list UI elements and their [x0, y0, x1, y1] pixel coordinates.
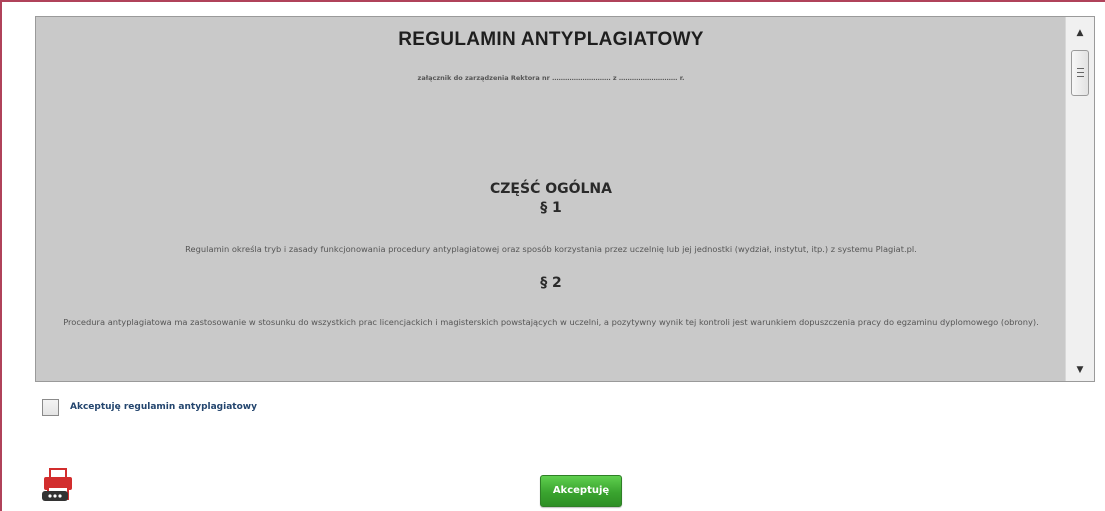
printer-icon[interactable] — [42, 467, 74, 501]
paragraph-2-heading: § 2 — [540, 275, 562, 291]
paragraph-1-text: Regulamin określa tryb i zasady funkcjon… — [185, 244, 917, 254]
vertical-scrollbar[interactable]: ▲ ▼ — [1065, 17, 1094, 381]
paragraph-1-heading: § 1 — [540, 200, 562, 216]
document-title: REGULAMIN ANTYPLAGIATOWY — [398, 29, 704, 50]
document-subtitle: załącznik do zarządzenia Rektora nr …………… — [417, 74, 685, 82]
grip-icon — [1077, 68, 1084, 77]
document-content: REGULAMIN ANTYPLAGIATOWY załącznik do za… — [36, 17, 1066, 381]
scroll-up-button[interactable]: ▲ — [1066, 22, 1094, 44]
regulation-panel: REGULAMIN ANTYPLAGIATOWY załącznik do za… — [0, 0, 1105, 511]
accept-regulation-checkbox[interactable] — [42, 399, 59, 416]
scroll-down-button[interactable]: ▼ — [1066, 359, 1094, 381]
accept-regulation-label[interactable]: Akceptuję regulamin antyplagiatowy — [70, 402, 257, 412]
scroll-thumb[interactable] — [1071, 50, 1089, 96]
triangle-up-icon: ▲ — [1076, 28, 1084, 38]
regulation-document-viewer[interactable]: REGULAMIN ANTYPLAGIATOWY załącznik do za… — [35, 16, 1095, 382]
accept-button[interactable]: Akceptuję — [540, 475, 622, 507]
section-title: CZĘŚĆ OGÓLNA — [490, 181, 612, 197]
paragraph-2-text: Procedura antyplagiatowa ma zastosowanie… — [63, 317, 1039, 327]
printer-icon-graphic — [42, 468, 72, 501]
triangle-down-icon: ▼ — [1076, 365, 1084, 375]
